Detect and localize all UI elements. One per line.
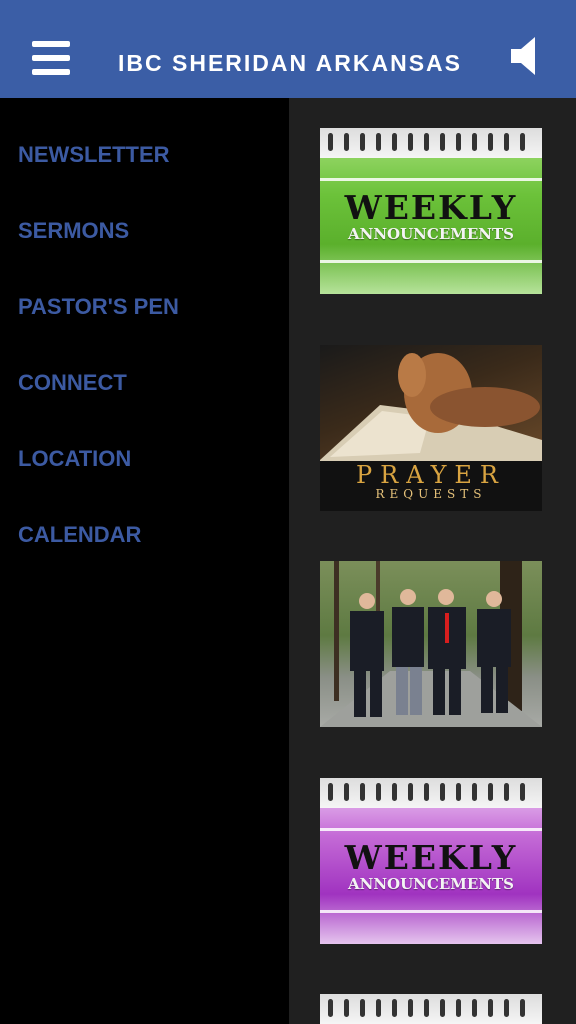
sidebar-item-connect[interactable]: CONNECT bbox=[18, 370, 127, 396]
spiral-binding bbox=[320, 128, 542, 158]
group-photo-thumbnail[interactable] bbox=[320, 561, 542, 727]
content-list: WEEKLY ANNOUNCEMENTS PRAYER REQUESTS WEE… bbox=[289, 98, 576, 1024]
thumbnail-subtitle: ANNOUNCEMENTS bbox=[347, 875, 515, 893]
weekly-announcements-thumbnail[interactable]: WEEKLY ANNOUNCEMENTS bbox=[320, 128, 542, 294]
sidebar-item-calendar[interactable]: CALENDAR bbox=[18, 522, 141, 548]
thumbnail-subtitle: ANNOUNCEMENTS bbox=[347, 225, 515, 243]
sidebar-item-newsletter[interactable]: NEWSLETTER bbox=[18, 142, 170, 168]
group-photo-image bbox=[320, 561, 542, 727]
app-header: IBC SHERIDAN ARKANSAS bbox=[0, 0, 576, 98]
thumbnail-title: PRAYER bbox=[355, 461, 506, 489]
thumbnail-title: WEEKLY bbox=[344, 188, 518, 227]
praying-hands-image bbox=[320, 345, 542, 461]
page-title: IBC SHERIDAN ARKANSAS bbox=[118, 50, 462, 76]
sidebar-item-pastors-pen[interactable]: PASTOR'S PEN bbox=[18, 294, 179, 320]
speaker-icon bbox=[511, 37, 535, 75]
app-screen: IBC SHERIDAN ARKANSAS NEWSLETTER SERMONS… bbox=[0, 0, 576, 1024]
spiral-binding bbox=[320, 778, 542, 808]
prayer-requests-thumbnail[interactable]: PRAYER REQUESTS bbox=[320, 345, 542, 511]
thumbnail-title: WEEKLY bbox=[344, 838, 518, 877]
menu-button[interactable] bbox=[24, 35, 78, 79]
weekly-announcements-thumbnail-partial[interactable] bbox=[320, 994, 542, 1024]
sidebar-item-sermons[interactable]: SERMONS bbox=[18, 218, 129, 244]
audio-button[interactable] bbox=[505, 34, 545, 78]
sidebar-item-location[interactable]: LOCATION bbox=[18, 446, 131, 472]
weekly-announcements-thumbnail[interactable]: WEEKLY ANNOUNCEMENTS bbox=[320, 778, 542, 944]
hamburger-menu-icon bbox=[32, 41, 70, 47]
thumbnail-subtitle: REQUESTS bbox=[375, 487, 487, 501]
side-menu: NEWSLETTER SERMONS PASTOR'S PEN CONNECT … bbox=[0, 98, 289, 1024]
